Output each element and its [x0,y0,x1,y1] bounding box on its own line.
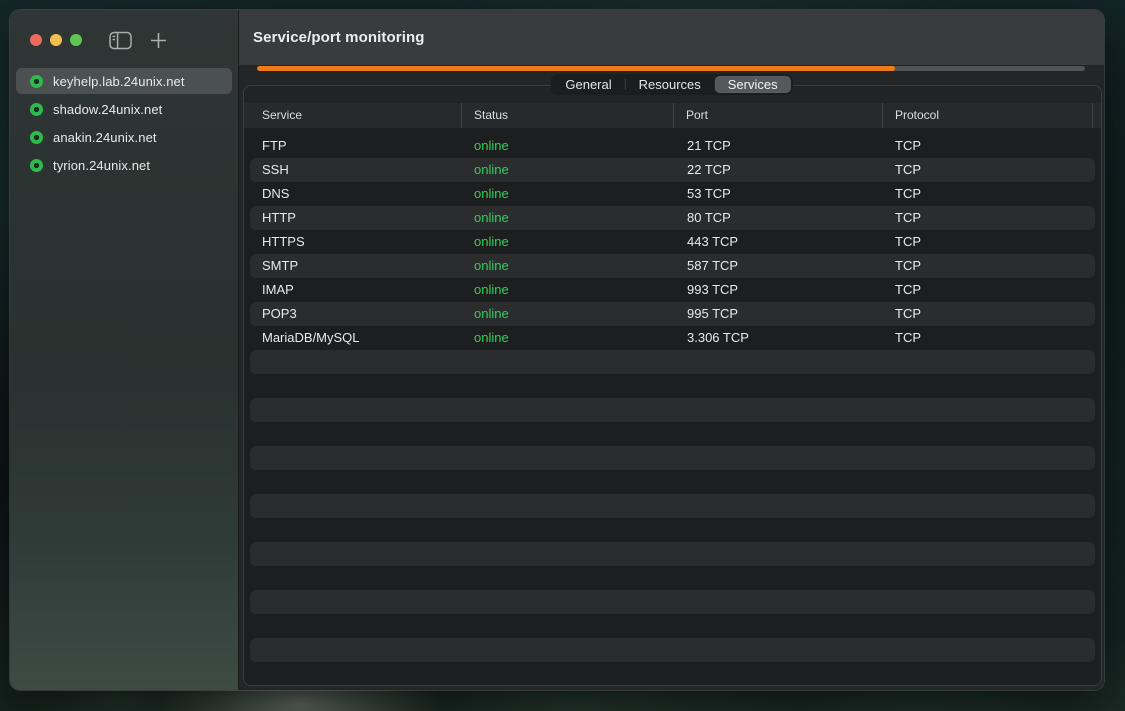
services-panel: ServiceStatusPortProtocol FTPonline21 TC… [243,85,1102,686]
cell-service: POP3 [244,302,462,326]
page-title: Service/port monitoring [253,29,425,46]
server-status-online-icon [30,103,43,116]
cell-port: 443 TCP [674,230,883,254]
table-row[interactable]: HTTPonline80 TCPTCP [244,206,1101,230]
table-row[interactable]: HTTPSonline443 TCPTCP [244,230,1101,254]
column-header-port: Port [674,103,883,128]
cell-port: 21 TCP [674,134,883,158]
cell-protocol: TCP [883,134,1093,158]
table-row-empty [244,374,1101,398]
main-pane: Service/port monitoring ServiceStatusPor… [238,10,1104,690]
cell-service: DNS [244,182,462,206]
cell-port: 22 TCP [674,158,883,182]
cell-port: 993 TCP [674,278,883,302]
table-row-empty [244,614,1101,638]
sidebar: keyhelp.lab.24unix.net shadow.24unix.net a… [10,10,238,690]
minimize-button[interactable] [50,34,62,46]
cell-service: SMTP [244,254,462,278]
cell-status: online [462,134,674,158]
traffic-lights [30,34,82,46]
cell-protocol: TCP [883,254,1093,278]
monitoring-progress-bar [257,66,1085,71]
sidebar-item-server[interactable]: anakin.24unix.net [16,124,232,150]
sidebar-toolbar [109,31,167,50]
table-row[interactable]: IMAPonline993 TCPTCP [244,278,1101,302]
table-header: ServiceStatusPortProtocol [244,103,1101,128]
tab-resources[interactable]: Resources [626,76,714,93]
table-row[interactable]: SMTPonline587 TCPTCP [244,254,1101,278]
table-row[interactable]: SSHonline22 TCPTCP [244,158,1101,182]
server-status-online-icon [30,131,43,144]
server-status-online-icon [30,75,43,88]
cell-protocol: TCP [883,278,1093,302]
server-label: shadow.24unix.net [53,102,162,117]
table-row-empty [244,422,1101,446]
tab-bar: GeneralResourcesServices [550,74,792,95]
cell-protocol: TCP [883,326,1093,350]
cell-status: online [462,302,674,326]
table-row-empty [244,446,1101,470]
sidebar-item-server[interactable]: keyhelp.lab.24unix.net [16,68,232,94]
table-row-empty [244,518,1101,542]
cell-port: 53 TCP [674,182,883,206]
cell-protocol: TCP [883,302,1093,326]
sidebar-toggle-icon[interactable] [109,31,132,50]
add-server-icon[interactable] [150,32,167,49]
sidebar-item-server[interactable]: shadow.24unix.net [16,96,232,122]
cell-protocol: TCP [883,206,1093,230]
content-area: ServiceStatusPortProtocol FTPonline21 TC… [239,65,1104,690]
table-row[interactable]: MariaDB/MySQLonline3.306 TCPTCP [244,326,1101,350]
server-label: keyhelp.lab.24unix.net [53,74,185,89]
cell-status: online [462,326,674,350]
table-row-empty [244,638,1101,662]
zoom-button[interactable] [70,34,82,46]
table-row[interactable]: POP3online995 TCPTCP [244,302,1101,326]
app-window: keyhelp.lab.24unix.net shadow.24unix.net a… [10,10,1104,690]
table-row-empty [244,398,1101,422]
cell-status: online [462,230,674,254]
server-label: anakin.24unix.net [53,130,157,145]
cell-service: HTTPS [244,230,462,254]
table-row[interactable]: FTPonline21 TCPTCP [244,134,1101,158]
tab-services[interactable]: Services [715,76,791,93]
cell-port: 587 TCP [674,254,883,278]
server-status-online-icon [30,159,43,172]
table-row-empty [244,566,1101,590]
sidebar-item-server[interactable]: tyrion.24unix.net [16,152,232,178]
column-header-protocol: Protocol [883,103,1093,128]
titlebar: Service/port monitoring [239,10,1104,65]
server-list: keyhelp.lab.24unix.net shadow.24unix.net a… [16,68,232,178]
table-row[interactable]: DNSonline53 TCPTCP [244,182,1101,206]
progress-fill [257,66,895,71]
column-header-filler [1093,103,1102,128]
table-row-empty [244,542,1101,566]
tab-general[interactable]: General [552,76,624,93]
cell-service: IMAP [244,278,462,302]
cell-status: online [462,206,674,230]
cell-service: MariaDB/MySQL [244,326,462,350]
cell-status: online [462,254,674,278]
cell-service: SSH [244,158,462,182]
column-header-service: Service [244,103,462,128]
cell-protocol: TCP [883,230,1093,254]
cell-protocol: TCP [883,182,1093,206]
table-row-empty [244,494,1101,518]
cell-port: 3.306 TCP [674,326,883,350]
cell-port: 80 TCP [674,206,883,230]
close-button[interactable] [30,34,42,46]
table-row-empty [244,350,1101,374]
cell-port: 995 TCP [674,302,883,326]
cell-protocol: TCP [883,158,1093,182]
table-row-empty [244,470,1101,494]
table-body: FTPonline21 TCPTCPSSHonline22 TCPTCPDNSo… [244,128,1101,685]
cell-status: online [462,278,674,302]
cell-service: HTTP [244,206,462,230]
column-header-status: Status [462,103,674,128]
table-row-empty [244,590,1101,614]
cell-status: online [462,182,674,206]
server-label: tyrion.24unix.net [53,158,150,173]
cell-service: FTP [244,134,462,158]
cell-status: online [462,158,674,182]
